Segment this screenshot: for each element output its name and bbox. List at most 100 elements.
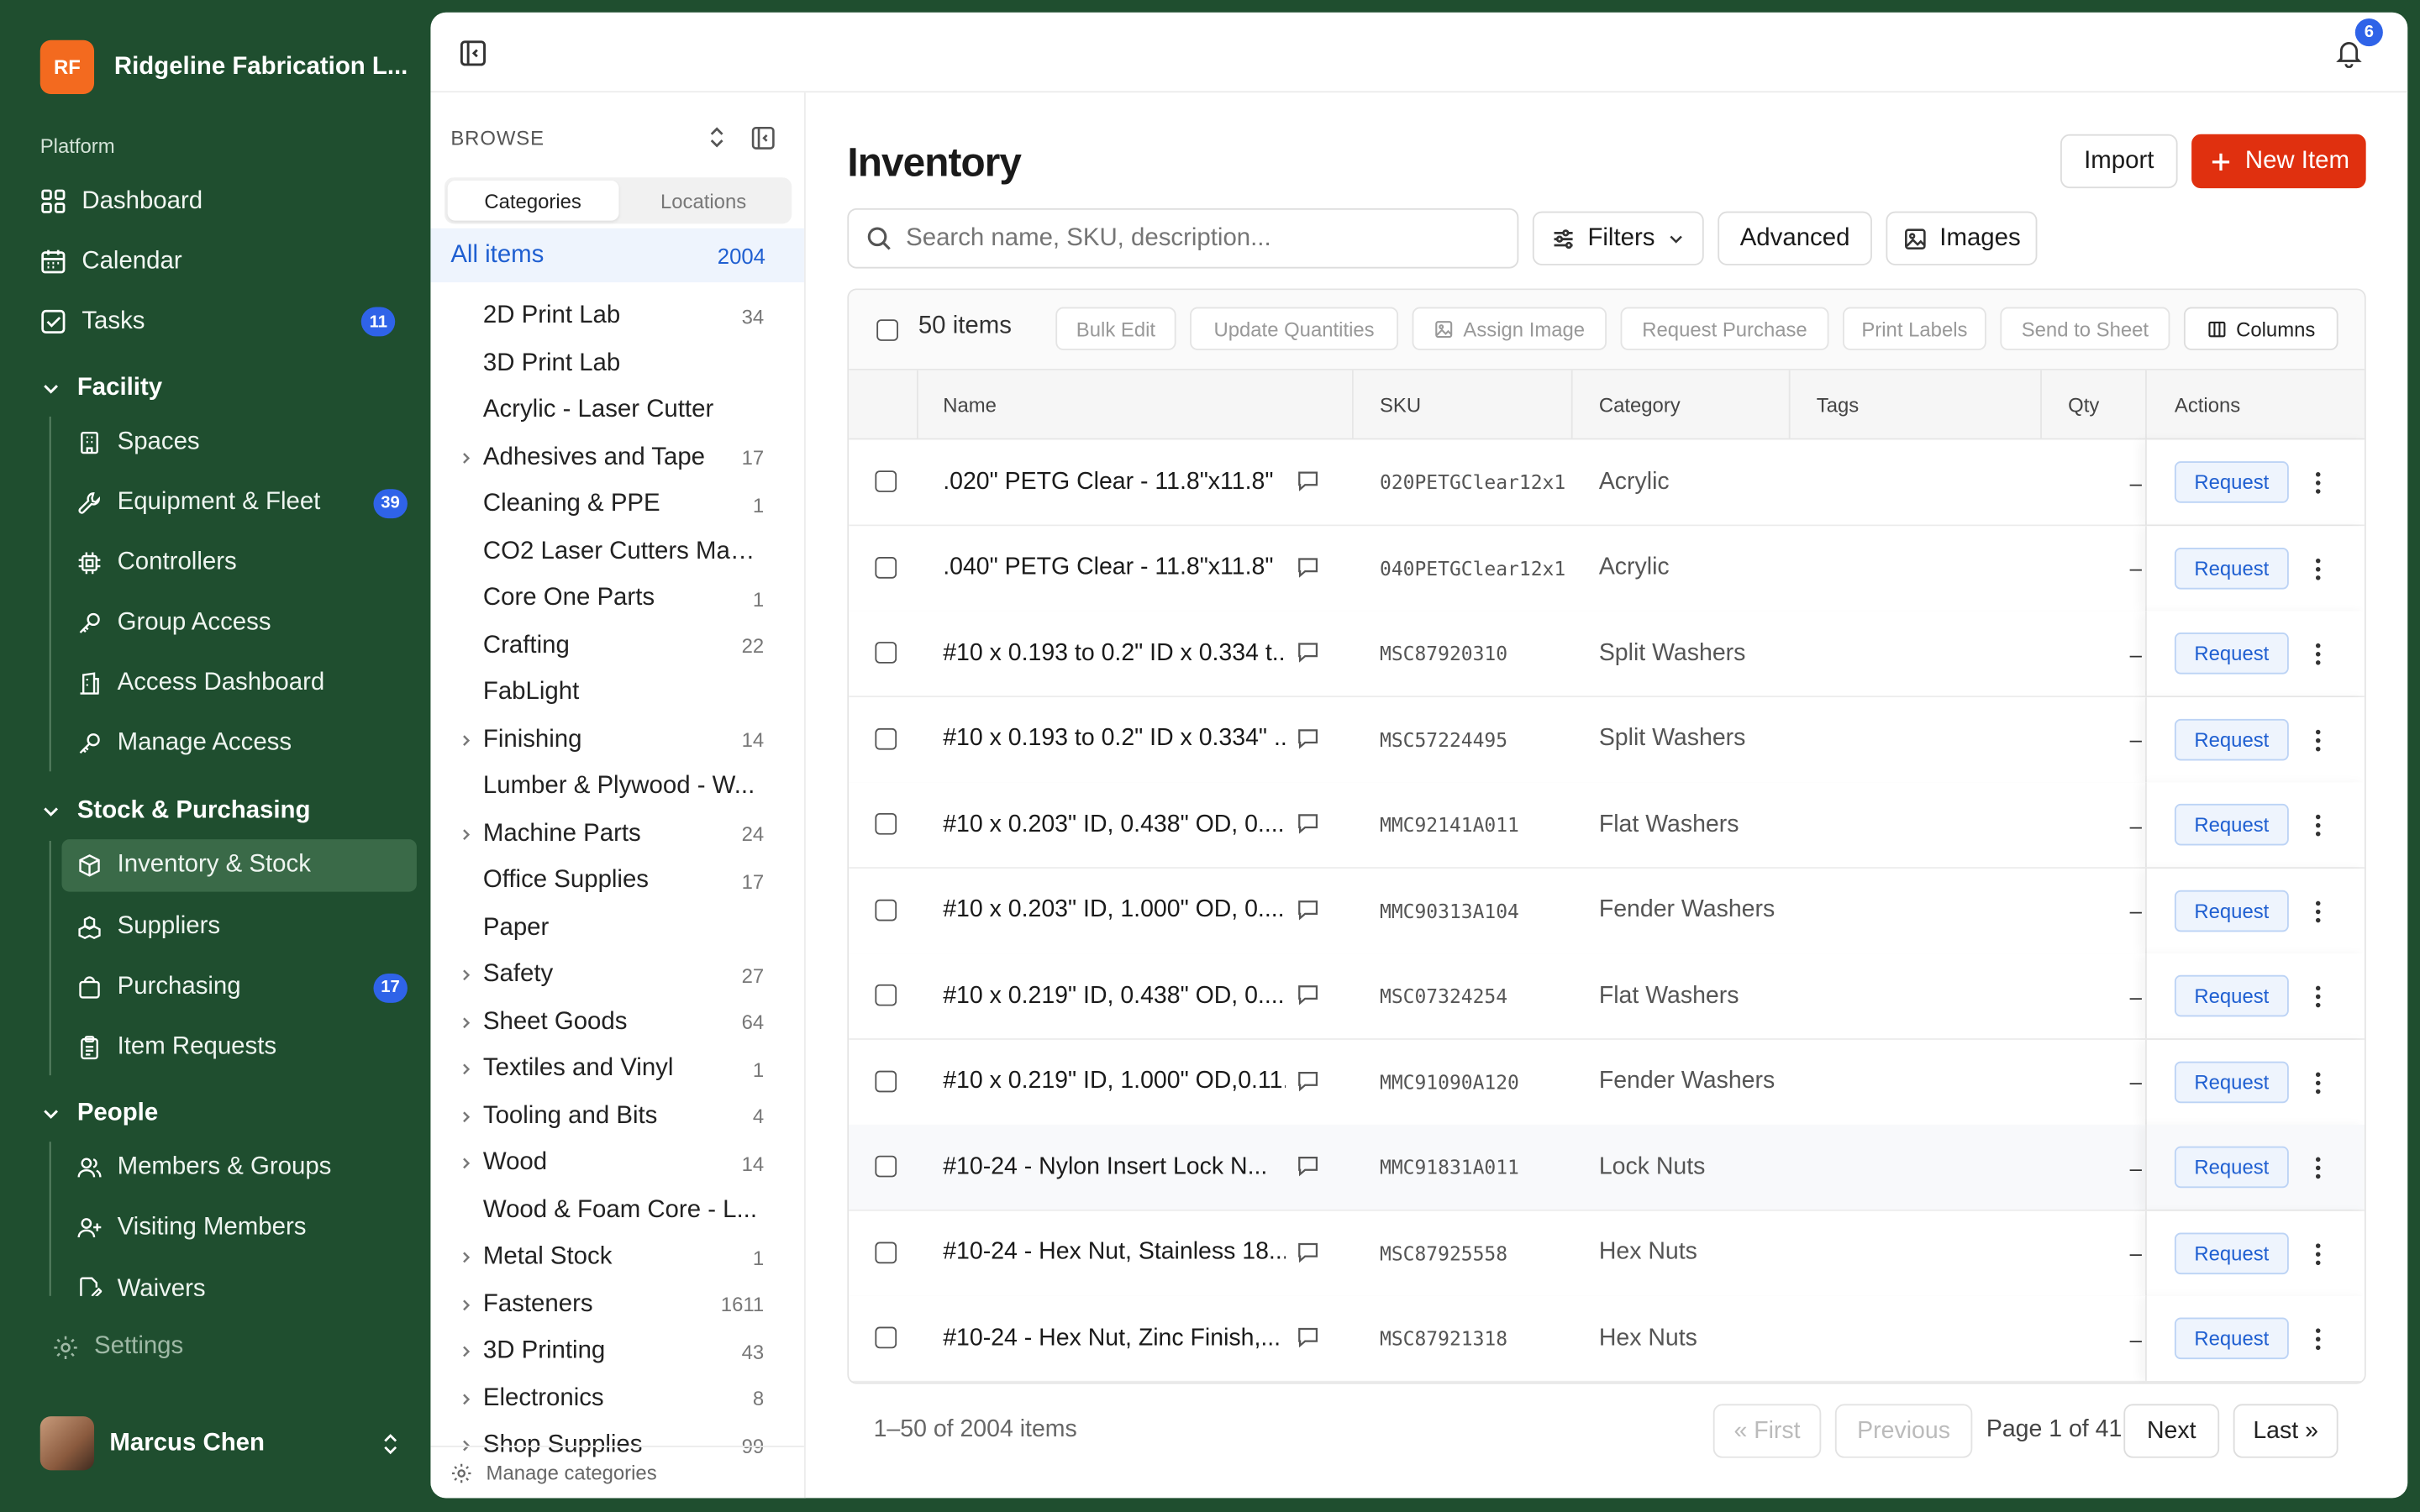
nav-group-access[interactable]: Group Access — [61, 597, 416, 649]
category-item[interactable]: Lumber & Plywood - W... — [430, 764, 803, 810]
request-button[interactable]: Request — [2174, 1317, 2289, 1360]
chevron-right-icon[interactable] — [450, 1156, 481, 1171]
request-button[interactable]: Request — [2174, 547, 2289, 589]
more-vertical-icon[interactable] — [2311, 1068, 2326, 1096]
category-item[interactable]: Fasteners 1611 — [430, 1281, 803, 1327]
row-checkbox[interactable] — [875, 1241, 897, 1263]
request-button[interactable]: Request — [2174, 803, 2289, 846]
category-item[interactable]: Tooling and Bits 4 — [430, 1093, 803, 1139]
chevron-right-icon[interactable] — [450, 449, 481, 465]
org-switcher[interactable]: RF Ridgeline Fabrication L... — [39, 39, 408, 95]
request-button[interactable]: Request — [2174, 1231, 2289, 1274]
comment-icon[interactable] — [1297, 983, 1320, 1006]
search-input[interactable] — [906, 224, 1518, 253]
tab-locations[interactable]: Locations — [618, 181, 789, 221]
item-name[interactable]: #10 x 0.219" ID, 1.000" OD,0.11... — [943, 1039, 1286, 1124]
category-item[interactable]: Acrylic - Laser Cutter — [430, 387, 803, 433]
assign-image-button[interactable]: Assign Image — [1412, 307, 1607, 350]
request-button[interactable]: Request — [2174, 717, 2289, 760]
row-checkbox[interactable] — [875, 1069, 897, 1092]
item-name[interactable]: #10 x 0.219" ID, 0.438" OD, 0.... — [943, 953, 1286, 1038]
category-item[interactable]: Electronics 8 — [430, 1375, 803, 1421]
manage-categories-button[interactable]: Manage categories — [430, 1445, 804, 1498]
request-button[interactable]: Request — [2174, 1146, 2289, 1189]
table-row[interactable]: #10 x 0.219" ID, 0.438" OD, 0.... MSC0732… — [849, 953, 2365, 1040]
images-button[interactable]: Images — [1886, 211, 2038, 265]
nav-tasks[interactable]: Tasks 11 — [40, 297, 417, 348]
category-item[interactable]: Safety 27 — [430, 952, 803, 998]
more-vertical-icon[interactable] — [2311, 554, 2326, 582]
table-row[interactable]: #10 x 0.203" ID, 1.000" OD, 0.... MMC9031… — [849, 868, 2365, 954]
category-item[interactable]: 3D Print Lab — [430, 340, 803, 386]
first-page-button[interactable]: « First — [1712, 1404, 1822, 1458]
chevron-right-icon[interactable] — [450, 1109, 481, 1124]
nav-waivers[interactable]: Waivers — [61, 1262, 416, 1296]
nav-calendar[interactable]: Calendar — [40, 236, 417, 287]
comment-icon[interactable] — [1297, 640, 1320, 664]
select-all-checkbox[interactable] — [876, 319, 898, 341]
row-checkbox[interactable] — [875, 1155, 897, 1178]
request-button[interactable]: Request — [2174, 633, 2289, 675]
column-tags[interactable]: Tags — [1817, 370, 1859, 440]
chevron-right-icon[interactable] — [450, 1250, 481, 1265]
nav-item-requests[interactable]: Item Requests — [61, 1021, 416, 1074]
previous-page-button[interactable]: Previous — [1834, 1404, 1973, 1458]
row-checkbox[interactable] — [875, 556, 897, 578]
table-row[interactable]: #10 x 0.219" ID, 1.000" OD,0.11... MMC910… — [849, 1039, 2365, 1126]
category-item[interactable]: Core One Parts 1 — [430, 575, 803, 622]
item-name[interactable]: #10-24 - Nylon Insert Lock N... — [943, 1125, 1286, 1210]
send-to-sheet-button[interactable]: Send to Sheet — [2000, 307, 2170, 350]
group-people[interactable]: People — [40, 1100, 158, 1128]
table-row[interactable]: #10 x 0.203" ID, 0.438" OD, 0.... MMC9214… — [849, 782, 2365, 869]
more-vertical-icon[interactable] — [2311, 1326, 2326, 1353]
category-item[interactable]: Office Supplies 17 — [430, 858, 803, 904]
item-name[interactable]: #10-24 - Hex Nut, Stainless 18... — [943, 1210, 1286, 1295]
sidebar-toggle-icon[interactable] — [458, 39, 487, 68]
nav-settings[interactable]: Settings — [52, 1333, 183, 1361]
collapse-panel-icon[interactable] — [750, 125, 776, 151]
group-facility[interactable]: Facility — [40, 375, 162, 402]
chevron-right-icon[interactable] — [450, 732, 481, 748]
category-item[interactable]: Sheet Goods 64 — [430, 999, 803, 1045]
item-name[interactable]: .040" PETG Clear - 11.8"x11.8" — [943, 525, 1286, 610]
update-quantities-button[interactable]: Update Quantities — [1190, 307, 1399, 350]
nav-equipment[interactable]: Equipment & Fleet 39 — [61, 477, 416, 529]
more-vertical-icon[interactable] — [2311, 983, 2326, 1011]
group-stock[interactable]: Stock & Purchasing — [40, 798, 310, 826]
item-name[interactable]: #10 x 0.203" ID, 1.000" OD, 0.... — [943, 868, 1286, 953]
chevron-right-icon[interactable] — [450, 1062, 481, 1077]
nav-dashboard[interactable]: Dashboard — [40, 176, 417, 227]
more-vertical-icon[interactable] — [2311, 726, 2326, 753]
table-row[interactable]: .040" PETG Clear - 11.8"x11.8" 040PETGCle… — [849, 525, 2365, 612]
columns-button[interactable]: Columns — [2183, 307, 2338, 350]
category-item[interactable]: Finishing 14 — [430, 717, 803, 763]
category-item[interactable]: Wood 14 — [430, 1140, 803, 1186]
comment-icon[interactable] — [1297, 1326, 1320, 1349]
column-sku[interactable]: SKU — [1380, 370, 1421, 440]
table-row[interactable]: #10-24 - Nylon Insert Lock N... MMC91831A… — [849, 1124, 2365, 1211]
nav-inventory[interactable]: Inventory & Stock — [61, 839, 417, 892]
more-vertical-icon[interactable] — [2311, 897, 2326, 925]
row-checkbox[interactable] — [875, 1326, 897, 1349]
category-item[interactable]: Crafting 22 — [430, 622, 803, 669]
comment-icon[interactable] — [1297, 897, 1320, 921]
chevron-right-icon[interactable] — [450, 968, 481, 983]
sort-icon[interactable] — [705, 125, 729, 150]
category-item[interactable]: Cleaning & PPE 1 — [430, 481, 803, 528]
nav-spaces[interactable]: Spaces — [61, 417, 416, 469]
row-checkbox[interactable] — [875, 727, 897, 749]
comment-icon[interactable] — [1297, 469, 1320, 492]
nav-controllers[interactable]: Controllers — [61, 537, 416, 589]
column-name[interactable]: Name — [943, 370, 997, 440]
nav-manage-access[interactable]: Manage Access — [61, 717, 416, 769]
item-name[interactable]: #10 x 0.203" ID, 0.438" OD, 0.... — [943, 782, 1286, 867]
last-page-button[interactable]: Last » — [2233, 1404, 2338, 1458]
column-qty[interactable]: Qty — [2068, 370, 2099, 440]
bulk-edit-button[interactable]: Bulk Edit — [1055, 307, 1176, 350]
table-row[interactable]: #10-24 - Hex Nut, Stainless 18... MSC8792… — [849, 1210, 2365, 1297]
nav-purchasing[interactable]: Purchasing 17 — [61, 961, 416, 1013]
nav-suppliers[interactable]: Suppliers — [61, 901, 416, 953]
comment-icon[interactable] — [1297, 1068, 1320, 1092]
tab-categories[interactable]: Categories — [447, 180, 618, 221]
request-button[interactable]: Request — [2174, 1060, 2289, 1103]
